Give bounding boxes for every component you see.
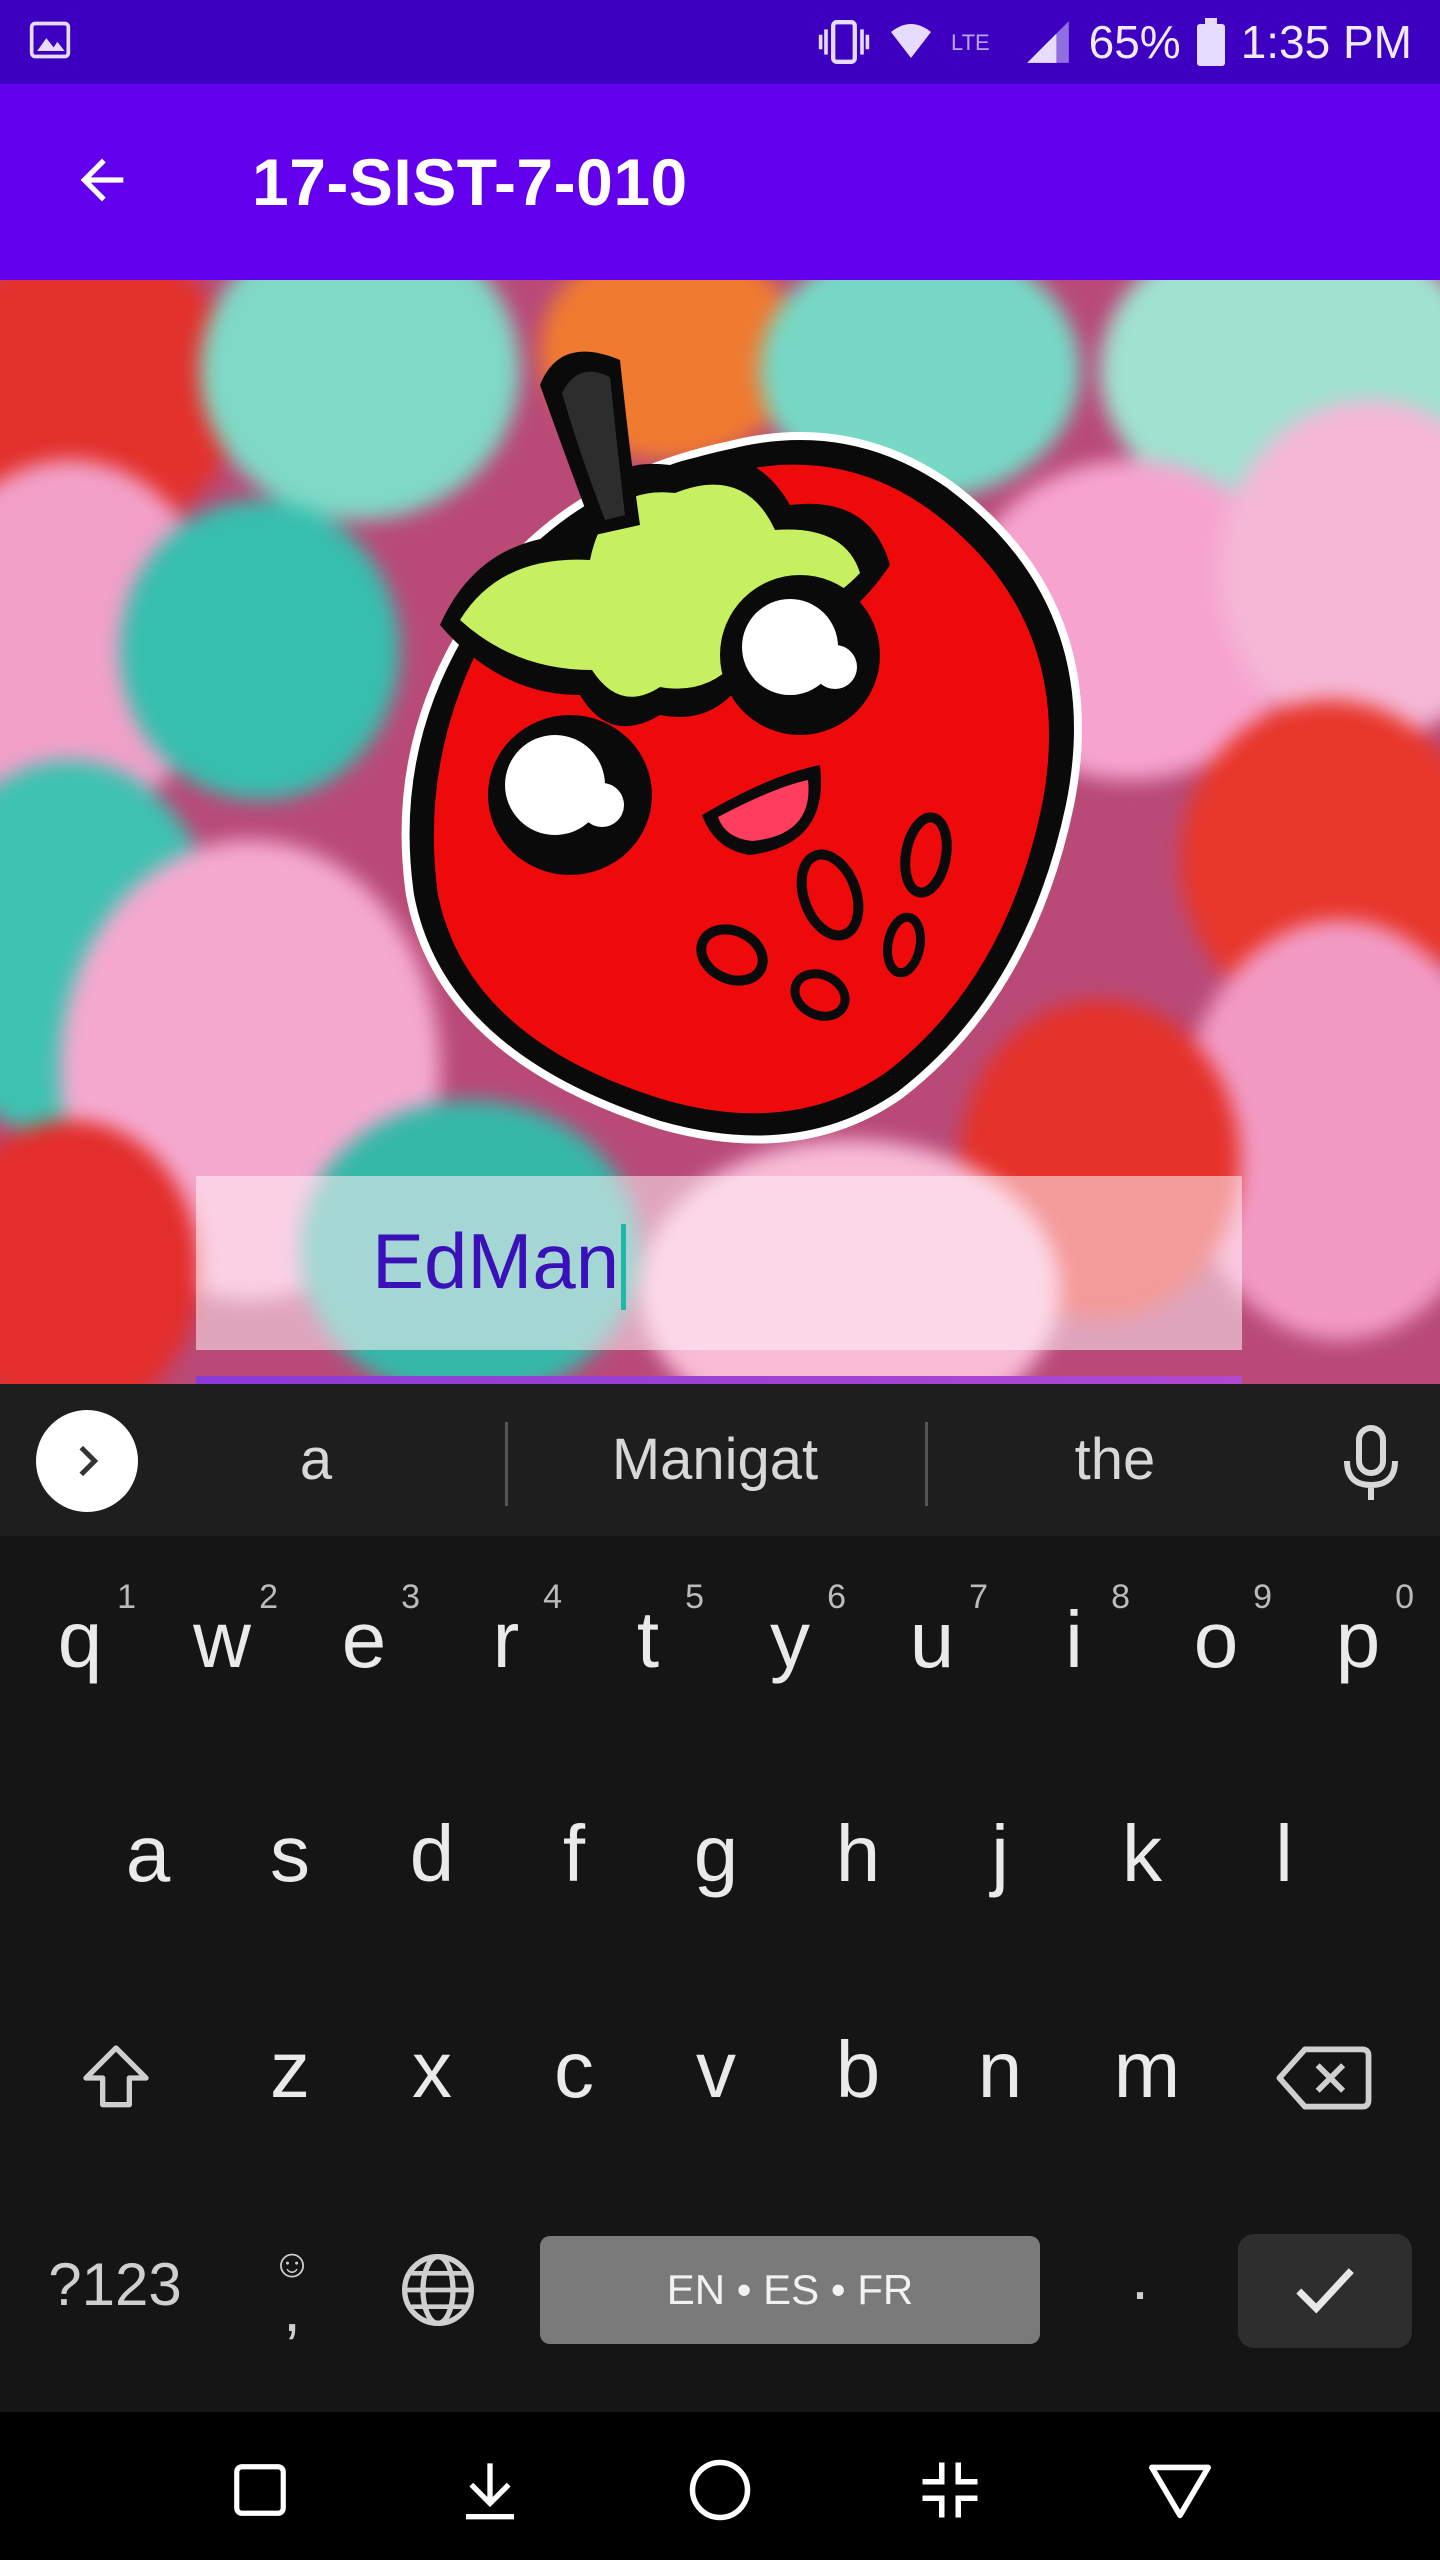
- name-input-value: EdMan: [372, 1216, 627, 1311]
- name-input[interactable]: EdMan: [196, 1176, 1242, 1350]
- key-b[interactable]: b: [808, 2024, 908, 2116]
- key-x[interactable]: x: [382, 2024, 482, 2116]
- notification-pull-button[interactable]: [450, 2450, 530, 2530]
- home-icon: [689, 2459, 751, 2521]
- key-k[interactable]: k: [1092, 1808, 1192, 1900]
- done-key[interactable]: [1238, 2234, 1412, 2348]
- key-e[interactable]: e3: [314, 1578, 420, 1686]
- key-c[interactable]: c: [524, 2024, 624, 2116]
- key-q[interactable]: q1: [30, 1578, 136, 1686]
- key-v[interactable]: v: [666, 2024, 766, 2116]
- key-l[interactable]: l: [1234, 1808, 1334, 1900]
- recents-icon: [234, 2464, 286, 2516]
- key-o[interactable]: o9: [1166, 1578, 1272, 1686]
- profile-content: EdMan: [0, 280, 1440, 1384]
- key-u[interactable]: u7: [882, 1578, 988, 1686]
- back-nav-button[interactable]: [1140, 2450, 1220, 2530]
- backspace-key[interactable]: [1264, 2018, 1384, 2138]
- key-h[interactable]: h: [808, 1808, 908, 1900]
- key-r[interactable]: r4: [456, 1578, 562, 1686]
- key-w[interactable]: w2: [172, 1578, 278, 1686]
- shift-icon: [83, 2045, 149, 2108]
- suggestion-divider: [925, 1422, 928, 1506]
- key-d[interactable]: d: [382, 1808, 482, 1900]
- wifi-icon: [887, 17, 935, 67]
- soft-keyboard: a Manigat the q1 w2 e3 r4 t5 y6 u7 i8 o9…: [0, 1384, 1440, 2412]
- period-key[interactable]: .: [1100, 2240, 1180, 2314]
- key-g[interactable]: g: [666, 1808, 766, 1900]
- minimize-button[interactable]: [910, 2450, 990, 2530]
- vibrate-icon: [817, 17, 871, 67]
- signal-icon: [1023, 17, 1073, 67]
- key-p[interactable]: p0: [1308, 1578, 1414, 1686]
- language-key[interactable]: [388, 2240, 488, 2340]
- emoji-comma-key[interactable]: ☺ ,: [252, 2234, 332, 2344]
- notification-pull-icon: [466, 2463, 514, 2520]
- suggestion-2[interactable]: Manigat: [565, 1426, 865, 1493]
- space-bar[interactable]: EN • ES • FR: [540, 2236, 1040, 2344]
- text-caret: [621, 1224, 627, 1311]
- suggestion-bar: a Manigat the: [0, 1384, 1440, 1536]
- suggestion-1[interactable]: a: [166, 1426, 466, 1493]
- app-bar: 17-SIST-7-010: [0, 84, 1440, 280]
- input-underline: [196, 1376, 1242, 1384]
- key-z[interactable]: z: [240, 2024, 340, 2116]
- home-button[interactable]: [680, 2450, 760, 2530]
- back-button[interactable]: [52, 130, 152, 230]
- recents-button[interactable]: [220, 2450, 300, 2530]
- battery-icon: [1196, 17, 1225, 67]
- navigation-bar: [0, 2412, 1440, 2560]
- key-f[interactable]: f: [524, 1808, 624, 1900]
- key-n[interactable]: n: [950, 2024, 1050, 2116]
- expand-toolbar-button[interactable]: [36, 1410, 138, 1512]
- status-bar: LTE 65% 1:35 PM: [0, 0, 1440, 84]
- key-t[interactable]: t5: [598, 1578, 704, 1686]
- key-j[interactable]: j: [950, 1808, 1050, 1900]
- chevron-right-icon: [79, 1445, 99, 1477]
- arrow-back-icon: [80, 158, 124, 202]
- shift-key[interactable]: [56, 2018, 176, 2138]
- key-i[interactable]: i8: [1024, 1578, 1130, 1686]
- key-y[interactable]: y6: [740, 1578, 846, 1686]
- microphone-icon[interactable]: [1334, 1422, 1408, 1506]
- gallery-icon: [28, 18, 76, 66]
- minimize-icon: [922, 2462, 978, 2518]
- suggestion-divider: [505, 1422, 508, 1506]
- key-a[interactable]: a: [98, 1808, 198, 1900]
- lte-icon: LTE: [951, 22, 1007, 62]
- key-m[interactable]: m: [1092, 2024, 1202, 2116]
- battery-percent: 65%: [1088, 16, 1181, 68]
- symbols-key[interactable]: ?123: [30, 2250, 200, 2319]
- key-s[interactable]: s: [240, 1808, 340, 1900]
- page-title: 17-SIST-7-010: [252, 145, 688, 219]
- suggestion-3[interactable]: the: [965, 1426, 1265, 1493]
- back-triangle-icon: [1149, 2464, 1211, 2519]
- backspace-icon: [1276, 2046, 1372, 2110]
- globe-icon: [402, 2254, 474, 2326]
- strawberry-avatar[interactable]: [330, 335, 1110, 1155]
- svg-text:LTE: LTE: [951, 30, 990, 55]
- comma-label: ,: [283, 2273, 301, 2345]
- status-time: 1:35 PM: [1240, 16, 1412, 68]
- checkmark-icon: [1296, 2268, 1354, 2314]
